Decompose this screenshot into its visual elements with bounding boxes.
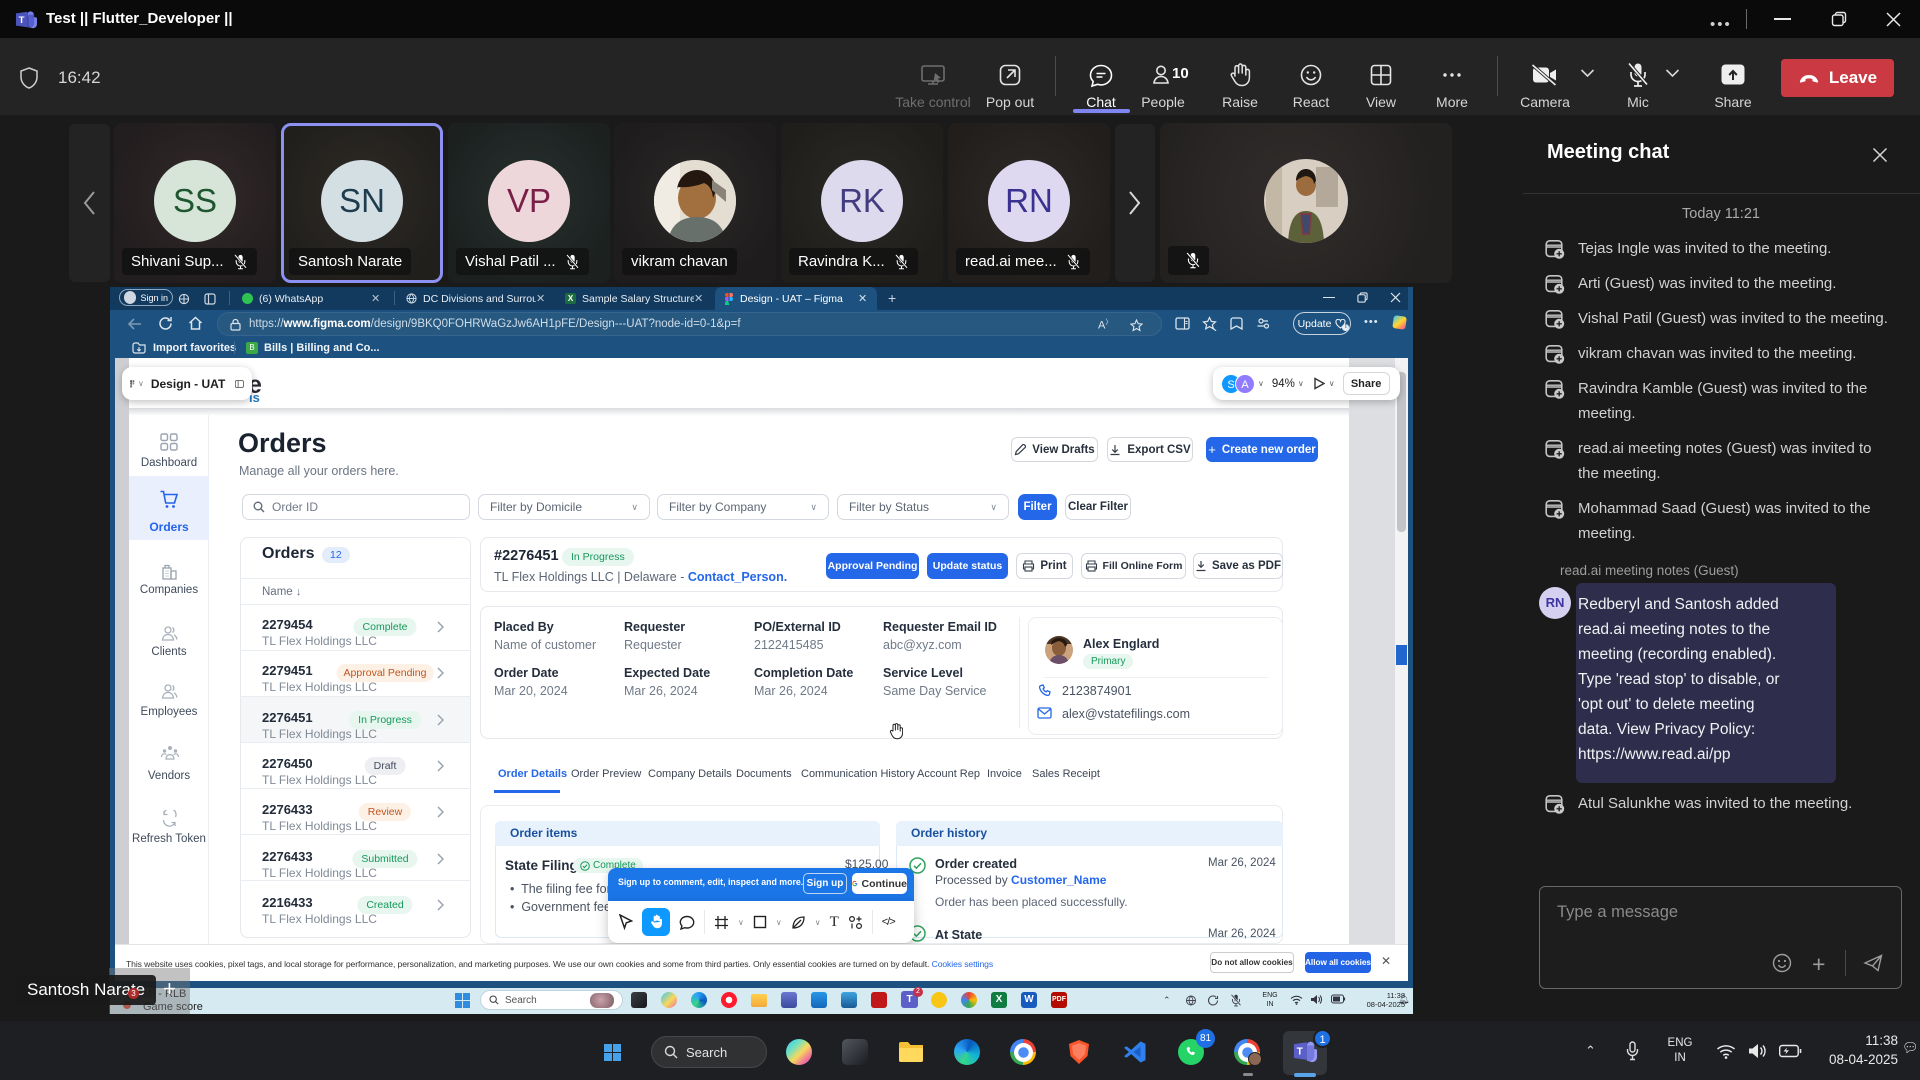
svg-text:T: T <box>19 15 25 26</box>
svg-text:T: T <box>1297 1046 1304 1057</box>
